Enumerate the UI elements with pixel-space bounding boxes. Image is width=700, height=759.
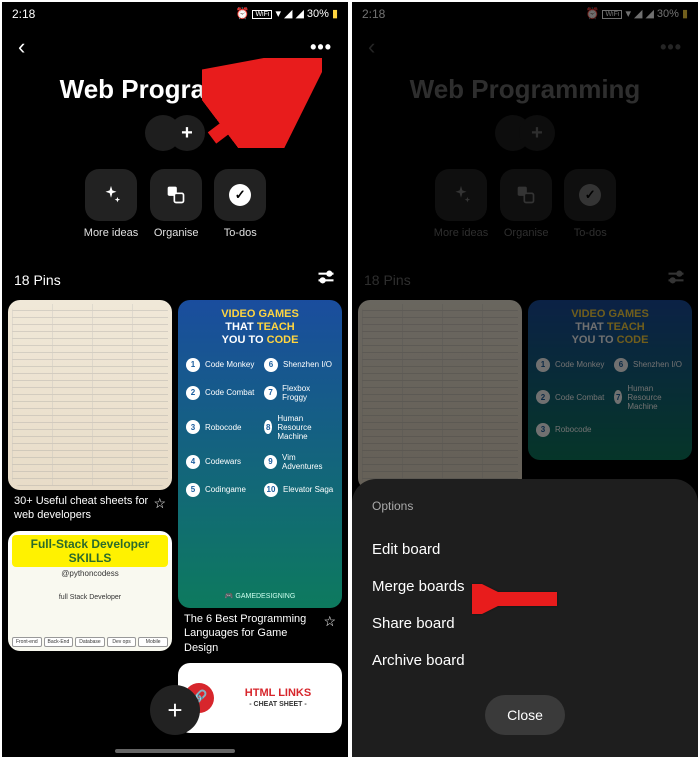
wifi-icon: ▾ bbox=[275, 9, 281, 20]
sliders-icon bbox=[316, 267, 336, 287]
more-options-button[interactable]: ••• bbox=[310, 37, 332, 58]
pins-header: 18 Pins bbox=[2, 267, 348, 300]
pin-item[interactable]: 30+ Useful cheat sheets for web develope… bbox=[8, 300, 172, 525]
pin2-sub2: full Stack Developer bbox=[12, 594, 168, 601]
nav-handle[interactable] bbox=[115, 749, 235, 753]
signal2-icon: ◢ bbox=[295, 9, 303, 20]
edit-board-option[interactable]: Edit board bbox=[372, 531, 678, 568]
close-button[interactable]: Close bbox=[485, 695, 565, 735]
todos-button[interactable]: ✓ bbox=[214, 169, 266, 221]
options-sheet: Options Edit board Merge boards Share bo… bbox=[352, 479, 698, 757]
pins-grid: 30+ Useful cheat sheets for web develope… bbox=[2, 300, 348, 733]
filter-button[interactable] bbox=[316, 267, 336, 292]
save-icon[interactable]: ☆ bbox=[323, 612, 336, 630]
annotation-arrow bbox=[202, 58, 322, 148]
pin-caption: The 6 Best Programming Languages for Gam… bbox=[184, 612, 319, 655]
save-icon[interactable]: ☆ bbox=[153, 494, 166, 512]
pin2-title: Full-Stack Developer SKILLS bbox=[12, 535, 168, 567]
pin-item[interactable]: Full-Stack Developer SKILLS @pythoncodess… bbox=[8, 531, 172, 651]
pin-caption: 30+ Useful cheat sheets for web develope… bbox=[14, 494, 149, 523]
create-fab[interactable]: + bbox=[150, 685, 200, 735]
pin3-title: VIDEO GAMESTHAT TEACHYOU TO CODE bbox=[186, 308, 334, 348]
organise-icon bbox=[166, 185, 186, 205]
pin3-footer: 🎮 GAMEDESIGNING bbox=[178, 592, 342, 600]
pin2-handle: @pythoncodess bbox=[12, 569, 168, 578]
annotation-arrow bbox=[472, 584, 562, 614]
pin-item[interactable]: 🔗HTML LINKS- CHEAT SHEET - bbox=[178, 663, 342, 733]
alarm-icon: ⏰ bbox=[236, 9, 250, 20]
more-ideas-button[interactable] bbox=[85, 169, 137, 221]
check-icon: ✓ bbox=[229, 184, 251, 206]
more-ideas-label: More ideas bbox=[84, 227, 138, 239]
archive-board-option[interactable]: Archive board bbox=[372, 642, 678, 679]
sheet-title: Options bbox=[372, 499, 678, 513]
sparkle-icon bbox=[100, 184, 122, 206]
screen-left: 2:18 ⏰ WiFi ▾ ◢ ◢ 30% ▮ ‹ ••• Web Progra… bbox=[2, 2, 348, 757]
status-icons: ⏰ WiFi ▾ ◢ ◢ 30% ▮ bbox=[236, 8, 338, 20]
todos-label: To-dos bbox=[224, 227, 257, 239]
signal-icon: ◢ bbox=[284, 9, 292, 20]
pin-item[interactable]: VIDEO GAMESTHAT TEACHYOU TO CODE 1Code M… bbox=[178, 300, 342, 657]
wifi-ext-icon: WiFi bbox=[252, 10, 272, 19]
screen-right: 2:18 ⏰ WiFi ▾ ◢ ◢ 30% ▮ ‹ ••• Web Progra… bbox=[352, 2, 698, 757]
status-time: 2:18 bbox=[12, 7, 35, 21]
organise-label: Organise bbox=[154, 227, 199, 239]
battery-pct: 30% bbox=[307, 8, 329, 20]
pins-count: 18 Pins bbox=[14, 272, 61, 288]
back-button[interactable]: ‹ bbox=[18, 34, 25, 60]
status-bar: 2:18 ⏰ WiFi ▾ ◢ ◢ 30% ▮ bbox=[2, 2, 348, 26]
battery-icon: ▮ bbox=[332, 9, 338, 20]
add-collaborator-button[interactable]: + bbox=[169, 115, 205, 151]
board-actions: More ideas Organise ✓ To-dos bbox=[2, 169, 348, 239]
organise-button[interactable] bbox=[150, 169, 202, 221]
